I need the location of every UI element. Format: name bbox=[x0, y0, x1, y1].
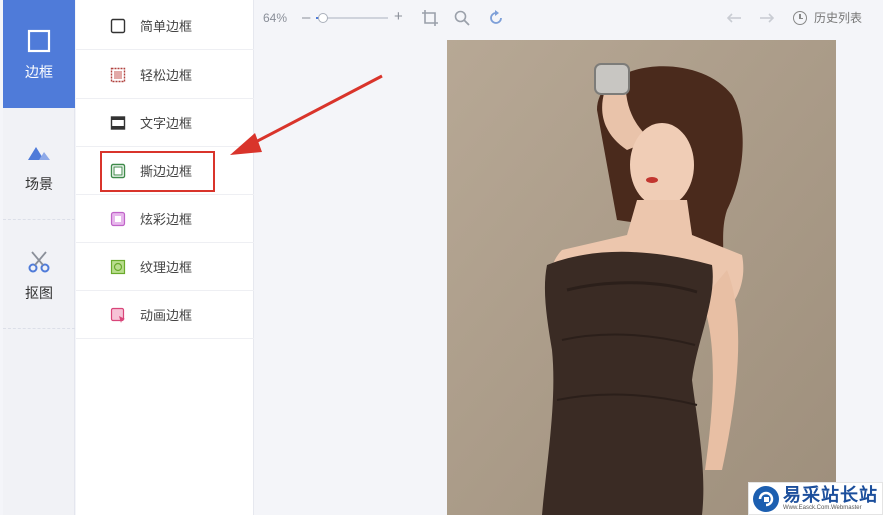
zoom-slider[interactable]: – + bbox=[302, 8, 403, 26]
zoom-in-icon[interactable]: + bbox=[394, 8, 403, 25]
submenu-item-label: 纹理边框 bbox=[140, 260, 193, 275]
zoom-fit-icon[interactable] bbox=[453, 9, 471, 27]
watermark-logo: 易采站长站 Www.Easck.Com.Webmaster bbox=[748, 482, 883, 515]
rail-item-scene[interactable]: 场景 bbox=[3, 112, 75, 220]
easy-frame-icon bbox=[110, 67, 126, 83]
torn-frame-icon bbox=[110, 163, 126, 179]
site-logo-icon bbox=[753, 485, 779, 512]
submenu-item-label: 动画边框 bbox=[140, 308, 193, 323]
submenu-item-label: 文字边框 bbox=[140, 116, 193, 131]
texture-frame-icon bbox=[110, 259, 126, 275]
submenu-item-text-frame[interactable]: 文字边框 bbox=[76, 99, 254, 147]
zoom-knob[interactable] bbox=[318, 13, 329, 23]
history-list-label: 历史列表 bbox=[814, 11, 863, 25]
submenu-item-animated-frame[interactable]: 动画边框 bbox=[76, 291, 254, 339]
left-rail: 边框 场景 抠图 bbox=[3, 0, 75, 515]
frame-icon bbox=[26, 28, 52, 54]
rail-item-cutout[interactable]: 抠图 bbox=[3, 221, 75, 329]
submenu-item-colorful-frame[interactable]: 炫彩边框 bbox=[76, 195, 254, 243]
scissors-icon bbox=[26, 249, 52, 275]
submenu-item-simple-frame[interactable]: 简单边框 bbox=[76, 2, 254, 50]
submenu-item-label: 轻松边框 bbox=[140, 68, 193, 83]
rotate-icon[interactable] bbox=[487, 9, 505, 27]
submenu-item-label: 撕边边框 bbox=[140, 164, 193, 179]
rail-item-label: 抠图 bbox=[25, 284, 53, 301]
history-list-button[interactable]: 历史列表 bbox=[793, 9, 862, 26]
redo-icon[interactable] bbox=[758, 9, 776, 27]
submenu-item-texture-frame[interactable]: 纹理边框 bbox=[76, 243, 254, 291]
watermark-name: 易采站长站 bbox=[783, 485, 878, 505]
zoom-out-icon[interactable]: – bbox=[302, 9, 310, 26]
mountain-icon bbox=[26, 140, 52, 166]
colorful-frame-icon bbox=[110, 211, 126, 227]
submenu-item-easy-frame[interactable]: 轻松边框 bbox=[76, 51, 254, 99]
text-frame-icon bbox=[110, 115, 126, 131]
submenu-item-torn-frame[interactable]: 撕边边框 bbox=[76, 147, 254, 195]
zoom-label: 64% bbox=[263, 11, 288, 25]
animated-frame-icon bbox=[110, 307, 126, 323]
submenu-item-label: 简单边框 bbox=[140, 19, 193, 34]
rail-item-label: 场景 bbox=[25, 175, 53, 192]
undo-icon[interactable] bbox=[725, 9, 743, 27]
crop-icon[interactable] bbox=[421, 9, 439, 27]
canvas-photo[interactable] bbox=[447, 40, 836, 515]
frame-submenu: 简单边框 轻松边框 文字边框 撕边边框 炫彩边框 纹理边框 动画边框 bbox=[76, 0, 254, 515]
rail-item-label: 边框 bbox=[25, 64, 53, 80]
canvas-area: 64% – + 历史列表 bbox=[255, 0, 883, 515]
clock-icon bbox=[793, 10, 807, 25]
zoom-track[interactable] bbox=[316, 13, 388, 23]
simple-frame-icon bbox=[110, 18, 126, 34]
watermark-url: Www.Easck.Com.Webmaster bbox=[783, 505, 862, 511]
submenu-item-label: 炫彩边框 bbox=[140, 212, 193, 227]
rail-item-frame[interactable]: 边框 bbox=[3, 0, 75, 108]
app-window: 边框 场景 抠图 简单边框 轻松边框 文字边框 撕边边框 炫彩边框 纹理边框 动… bbox=[0, 0, 883, 515]
